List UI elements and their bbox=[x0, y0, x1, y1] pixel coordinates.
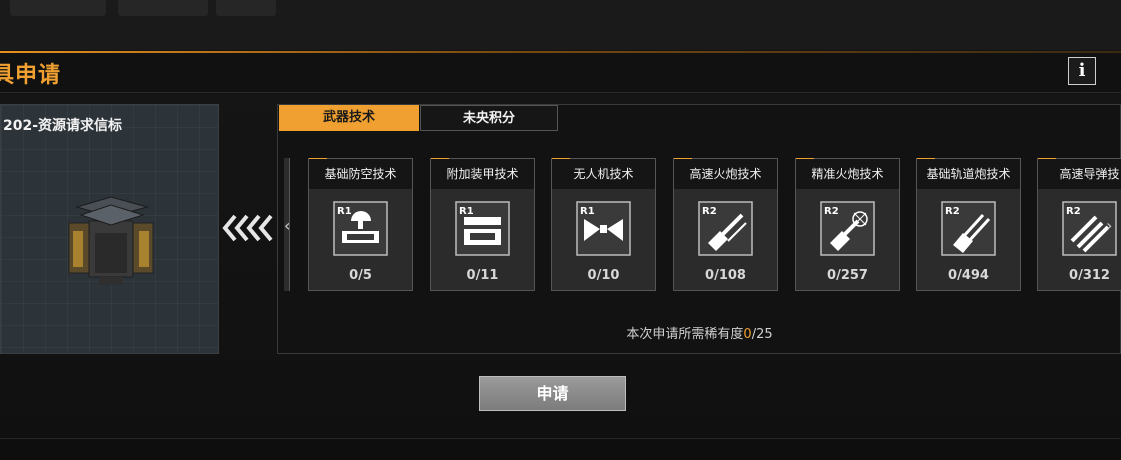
tech-name: 精准火炮技术 bbox=[796, 159, 899, 189]
page-title: 具申请 bbox=[0, 63, 62, 88]
status-chip bbox=[216, 0, 276, 16]
top-status-bar bbox=[0, 0, 1121, 53]
rarity-requirement: 本次申请所需稀有度0/25 bbox=[0, 323, 1121, 342]
scroll-right-icon[interactable]: › bbox=[1106, 216, 1112, 235]
bottom-strip bbox=[0, 438, 1121, 460]
rank-label: R2 bbox=[702, 206, 717, 217]
tab-weapon-tech[interactable]: 武器技术 bbox=[279, 105, 419, 131]
tech-count: 0/494 bbox=[948, 268, 989, 283]
tech-count: 0/312 bbox=[1069, 268, 1110, 283]
tech-card-list: 基础防空技术 R1 0/5 附加装甲技术 R1 0/11 无人机技术 R1 0/… bbox=[284, 158, 1121, 294]
rank-label: R1 bbox=[580, 206, 595, 217]
beacon-device-icon bbox=[68, 196, 154, 285]
tech-count: 0/5 bbox=[349, 268, 372, 283]
tech-card[interactable]: 基础防空技术 R1 0/5 bbox=[308, 158, 413, 291]
tech-count: 0/257 bbox=[827, 268, 868, 283]
railgun-icon: R2 bbox=[941, 201, 996, 256]
status-chip bbox=[118, 0, 208, 16]
rank-label: R2 bbox=[824, 206, 839, 217]
tech-name: 基础轨道炮技术 bbox=[917, 159, 1020, 189]
scroll-left-icon[interactable]: ‹ bbox=[284, 216, 290, 235]
rank-label: R1 bbox=[459, 206, 474, 217]
tech-card[interactable]: 无人机技术 R1 0/10 bbox=[551, 158, 656, 291]
tech-name: 高速导弹技 bbox=[1038, 159, 1121, 189]
rapid-cannon-icon: R2 bbox=[698, 201, 753, 256]
tech-count: 0/108 bbox=[705, 268, 746, 283]
drone-icon: R1 bbox=[576, 201, 631, 256]
apply-button[interactable]: 申请 bbox=[479, 376, 626, 411]
tech-count: 0/10 bbox=[587, 268, 620, 283]
title-bar: 具申请 i bbox=[0, 53, 1121, 93]
tab-weiyang-points[interactable]: 未央积分 bbox=[420, 105, 558, 131]
rarity-current: 0 bbox=[743, 327, 752, 342]
tech-name: 高速火炮技术 bbox=[674, 159, 777, 189]
item-panel: 202-资源请求信标 bbox=[0, 104, 219, 354]
tech-card[interactable]: 基础轨道炮技术 R2 0/494 bbox=[916, 158, 1021, 291]
item-name: 202-资源请求信标 bbox=[3, 118, 123, 134]
tech-card[interactable]: 精准火炮技术 R2 0/257 bbox=[795, 158, 900, 291]
anti-air-icon: R1 bbox=[333, 201, 388, 256]
armor-plate-icon: R1 bbox=[455, 201, 510, 256]
rank-label: R1 bbox=[337, 206, 352, 217]
tech-name: 无人机技术 bbox=[552, 159, 655, 189]
chevron-left-arrows-icon[interactable] bbox=[221, 212, 277, 244]
info-button[interactable]: i bbox=[1068, 57, 1096, 85]
rank-label: R2 bbox=[1066, 206, 1081, 217]
rank-label: R2 bbox=[945, 206, 960, 217]
tech-count: 0/11 bbox=[466, 268, 499, 283]
tech-name: 附加装甲技术 bbox=[431, 159, 534, 189]
precision-cannon-icon: R2 bbox=[820, 201, 875, 256]
status-chip bbox=[10, 0, 106, 16]
tech-card[interactable]: 高速火炮技术 R2 0/108 bbox=[673, 158, 778, 291]
rarity-prefix: 本次申请所需稀有度 bbox=[626, 327, 744, 342]
tech-name: 基础防空技术 bbox=[309, 159, 412, 189]
tech-card[interactable]: 附加装甲技术 R1 0/11 bbox=[430, 158, 535, 291]
rarity-suffix: /25 bbox=[751, 327, 773, 342]
